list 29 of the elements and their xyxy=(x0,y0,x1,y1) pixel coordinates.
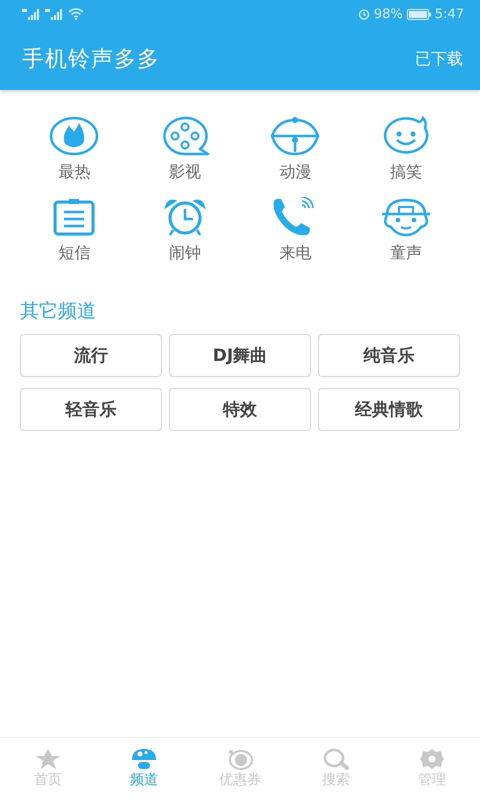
category-label: 搞笑 xyxy=(390,162,422,183)
alarm-icon xyxy=(358,8,370,20)
channel-button[interactable]: 流行 xyxy=(20,334,162,377)
category-label: 童声 xyxy=(390,243,422,264)
mushroom-icon xyxy=(131,748,157,770)
category-label: 影视 xyxy=(168,162,201,183)
channel-button[interactable]: 轻音乐 xyxy=(20,388,162,431)
channel-button[interactable]: DJ舞曲 xyxy=(169,334,311,377)
category-label: 短信 xyxy=(58,243,90,264)
section-title: 其它频道 xyxy=(20,299,97,324)
flame-icon[interactable] xyxy=(49,116,100,156)
star-icon xyxy=(35,748,61,770)
wifi-icon xyxy=(68,8,84,20)
channel-button[interactable]: 经典情歌 xyxy=(318,388,460,431)
target-icon xyxy=(227,748,253,770)
channel-button[interactable]: 特效 xyxy=(169,388,311,431)
signal-icon xyxy=(45,8,65,20)
category-label: 最热 xyxy=(58,162,90,183)
battery-percent: 98% xyxy=(374,6,403,22)
settings-icon xyxy=(419,748,445,770)
category-label: 来电 xyxy=(279,243,312,264)
app-title: 手机铃声多多 xyxy=(22,46,160,74)
clock-time: 5:47 xyxy=(434,6,464,22)
signal-icon xyxy=(22,8,42,20)
category-label: 闹钟 xyxy=(168,243,201,264)
channel-button[interactable]: 纯音乐 xyxy=(318,334,460,377)
category-label: 动漫 xyxy=(279,162,312,183)
search-icon xyxy=(323,748,349,770)
battery-icon xyxy=(406,8,431,20)
